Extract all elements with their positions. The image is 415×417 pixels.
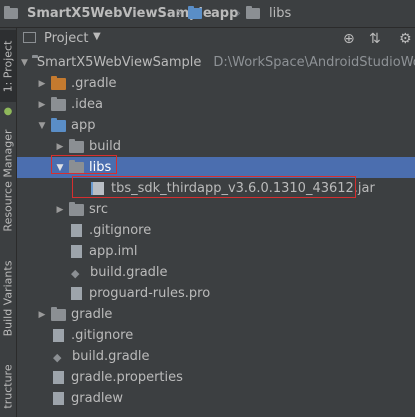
breadcrumb-project-label: SmartX5WebViewSample: [27, 6, 212, 21]
collapsed-arrow-icon[interactable]: ▶: [55, 142, 65, 152]
tree-item-label: app: [71, 118, 96, 133]
tree-item-label: libs: [89, 160, 112, 175]
tab-build-variants[interactable]: Build Variants: [0, 248, 16, 348]
tree-item-label: build.gradle: [90, 265, 168, 280]
properties-file-icon: [53, 371, 64, 384]
tree-item-gradlew[interactable]: gradlew: [17, 388, 415, 409]
tree-item-proguard[interactable]: proguard-rules.pro: [17, 283, 415, 304]
breadcrumb-separator-icon: ›: [176, 3, 183, 22]
project-tree: ▼ SmartX5WebViewSample D:\WorkSpace\Andr…: [17, 50, 415, 417]
breadcrumb-separator-icon: ›: [235, 3, 242, 22]
folder-icon: [51, 96, 66, 111]
tree-item-label: .gitignore: [89, 223, 152, 238]
project-panel-header: Project ▼ ⊕ ⇅ ⚙: [17, 28, 415, 51]
collapsed-arrow-icon[interactable]: ▶: [37, 310, 47, 320]
collapsed-arrow-icon[interactable]: ▶: [37, 100, 47, 110]
chevron-down-icon[interactable]: ▼: [93, 31, 101, 42]
tree-item-gradle-folder[interactable]: ▶ gradle: [17, 304, 415, 325]
text-file-icon: [53, 329, 64, 342]
tree-item-label: .gradle: [71, 76, 117, 91]
tree-item-build[interactable]: ▶ build: [17, 136, 415, 157]
folder-icon: [51, 75, 66, 90]
tree-item-gradle-properties[interactable]: gradle.properties: [17, 367, 415, 388]
android-icon: ●: [3, 105, 13, 117]
script-file-icon: [53, 392, 64, 405]
tab-build-variants-label: Build Variants: [1, 260, 15, 336]
tab-structure[interactable]: tructure: [0, 358, 16, 414]
module-folder-icon: [51, 117, 66, 132]
module-folder-icon: [188, 6, 202, 19]
collapsed-arrow-icon[interactable]: ▶: [37, 79, 47, 89]
tree-item-app-gitignore[interactable]: .gitignore: [17, 220, 415, 241]
folder-icon: [4, 6, 18, 19]
tab-project[interactable]: 1: Project: [0, 30, 16, 102]
tree-item-libs[interactable]: ▼ libs: [17, 157, 415, 178]
breadcrumb-item-app[interactable]: app: [188, 6, 238, 21]
tree-item-root-gitignore[interactable]: .gitignore: [17, 325, 415, 346]
tree-item-label: src: [89, 202, 108, 217]
folder-icon: [69, 159, 84, 174]
tree-item-label: gradle: [71, 307, 113, 322]
tab-resource-manager[interactable]: Resource Manager: [0, 120, 16, 240]
tab-structure-label: tructure: [1, 363, 15, 409]
folder-icon: [246, 6, 260, 19]
gradle-icon: ◆: [53, 350, 62, 364]
tree-item-src[interactable]: ▶ src: [17, 199, 415, 220]
folder-icon: [51, 306, 66, 321]
tree-item-label: build.gradle: [72, 349, 150, 364]
tree-item-label: gradle.properties: [71, 370, 183, 385]
jar-file-icon: [91, 182, 104, 195]
tree-item-label: gradlew: [71, 391, 124, 406]
text-file-icon: [71, 287, 82, 300]
collapsed-arrow-icon[interactable]: ▶: [55, 205, 65, 215]
tree-item-app-build-gradle[interactable]: ◆ build.gradle: [17, 262, 415, 283]
tab-project-label: 1: Project: [1, 40, 15, 92]
folder-icon: [69, 138, 84, 153]
expand-arrow-icon[interactable]: ▼: [37, 121, 47, 131]
locate-icon[interactable]: ⊕: [343, 31, 355, 47]
module-file-icon: [71, 245, 82, 258]
breadcrumb-item-libs[interactable]: libs: [246, 6, 291, 21]
tree-item-root-build-gradle[interactable]: ◆ build.gradle: [17, 346, 415, 367]
tree-root-row[interactable]: ▼ SmartX5WebViewSample D:\WorkSpace\Andr…: [17, 52, 415, 73]
tree-item-label: app.iml: [89, 244, 138, 259]
tab-resource-manager-label: Resource Manager: [1, 128, 15, 232]
tree-root-label: SmartX5WebViewSample: [36, 55, 202, 70]
tree-item-label: .idea: [71, 97, 103, 112]
gear-icon[interactable]: ⚙: [399, 31, 412, 47]
tree-item-label: proguard-rules.pro: [89, 286, 211, 301]
navigation-breadcrumb: SmartX5WebViewSample › app › libs: [0, 0, 415, 28]
tree-root-path: D:\WorkSpace\AndroidStudioWork: [213, 55, 415, 70]
expand-arrow-icon[interactable]: ▼: [55, 163, 65, 173]
tree-item-gradle-dir[interactable]: ▶ .gradle: [17, 73, 415, 94]
text-file-icon: [71, 224, 82, 237]
collapse-all-icon[interactable]: ⇅: [369, 31, 381, 47]
tree-item-app[interactable]: ▼ app: [17, 115, 415, 136]
tree-item-label: build: [89, 139, 121, 154]
tree-item-label: .gitignore: [71, 328, 134, 343]
project-panel-title[interactable]: Project: [44, 31, 88, 46]
project-view-icon: [23, 32, 36, 43]
tree-item-label: tbs_sdk_thirdapp_v3.6.0.1310_43612.jar: [111, 181, 375, 196]
folder-icon: [69, 201, 84, 216]
expand-arrow-icon[interactable]: ▼: [21, 58, 28, 68]
tree-item-jar[interactable]: tbs_sdk_thirdapp_v3.6.0.1310_43612.jar: [17, 178, 415, 199]
breadcrumb-libs-label: libs: [269, 6, 292, 21]
tool-window-strip: 1: Project ● Resource Manager Build Vari…: [0, 28, 17, 417]
tree-item-idea[interactable]: ▶ .idea: [17, 94, 415, 115]
gradle-icon: ◆: [71, 266, 80, 280]
tree-item-app-iml[interactable]: app.iml: [17, 241, 415, 262]
